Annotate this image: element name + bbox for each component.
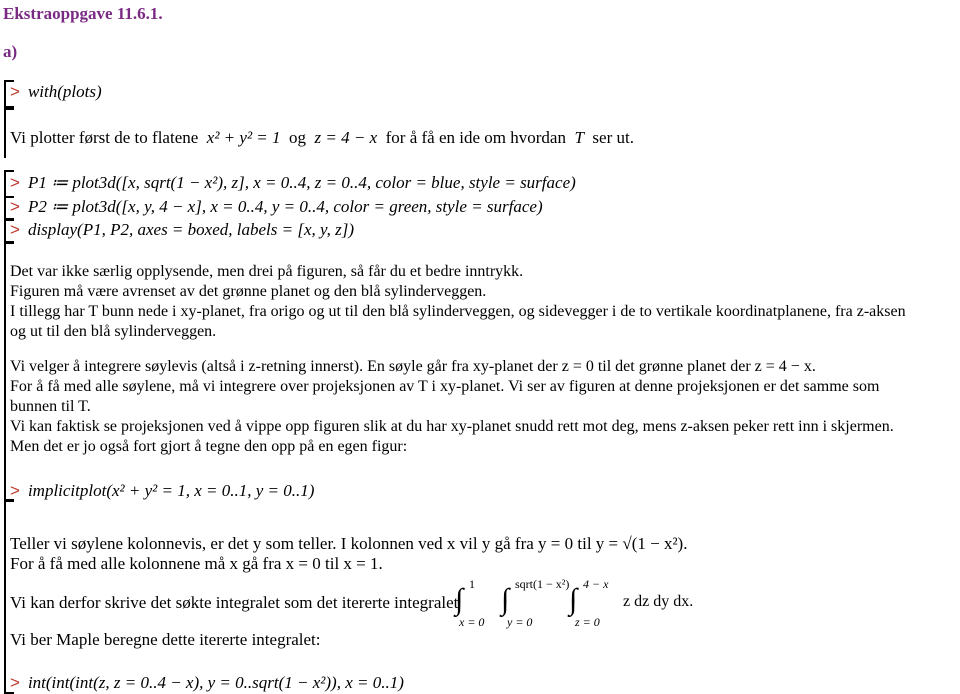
prompt-icon: > xyxy=(10,481,20,500)
paragraph-line: og ut til den blå sylinderveggen. xyxy=(10,323,217,340)
prompt-icon: > xyxy=(10,673,20,692)
paragraph-line: bunnen til T. xyxy=(10,398,91,415)
paragraph-line: Figuren må være avrenset av det grønne p… xyxy=(10,283,487,300)
prompt-icon: > xyxy=(10,82,20,101)
prompt-icon: > xyxy=(10,197,20,216)
paragraph-line: For å få med alle kolonnene må x gå fra … xyxy=(10,554,383,573)
command-p1[interactable]: > P1 ≔ plot3d([x, sqrt(1 − x²), z], x = 0… xyxy=(10,172,576,194)
paragraph-line: Det var ikke særlig opplysende, men drei… xyxy=(10,263,524,280)
integral-sign: ∫ xyxy=(455,583,464,616)
command-implicitplot[interactable]: > implicitplot(x² + y² = 1, x = 0..1, y =… xyxy=(10,480,314,502)
paragraph-line: Teller vi søylene kolonnevis, er det y s… xyxy=(10,534,688,553)
iterated-integral: ∫ 1 x = 0 ∫ sqrt(1 − x²) y = 0 ∫ 4 − x z… xyxy=(455,577,694,629)
command-display[interactable]: > display(P1, P2, axes = boxed, labels = … xyxy=(10,219,354,241)
paragraph-line: Vi velger å integrere søylevis (altså i … xyxy=(10,358,816,375)
prompt-icon: > xyxy=(10,173,20,192)
paragraph-line: Men det er jo også fort gjort å tegne de… xyxy=(10,438,408,455)
integral-sign: ∫ xyxy=(569,583,578,616)
integral-sign: ∫ xyxy=(501,583,510,616)
command-int[interactable]: > int(int(int(z, z = 0..4 − x), y = 0..sq… xyxy=(10,672,404,694)
prompt-icon: > xyxy=(10,220,20,239)
document-title: Ekstraoppgave 11.6.1. xyxy=(3,4,163,23)
command-p2[interactable]: > P2 ≔ plot3d([x, y, 4 − x], x = 0..4, y … xyxy=(10,196,543,218)
paragraph-line: Vi kan faktisk se projeksjonen ved å vip… xyxy=(10,418,894,435)
paragraph-line: Vi ber Maple beregne dette itererte inte… xyxy=(10,630,321,649)
paragraph-line: For å få med alle søylene, må vi integre… xyxy=(10,378,880,395)
command-with-plots[interactable]: > with(plots) xyxy=(10,81,102,103)
section-label: a) xyxy=(3,42,18,61)
paragraph-line: Vi kan derfor skrive det søkte integrale… xyxy=(10,593,459,612)
paragraph-line: I tillegg har T bunn nede i xy-planet, f… xyxy=(10,303,906,320)
intro-text: Vi plotter først de to flatene x² + y² =… xyxy=(10,128,634,147)
